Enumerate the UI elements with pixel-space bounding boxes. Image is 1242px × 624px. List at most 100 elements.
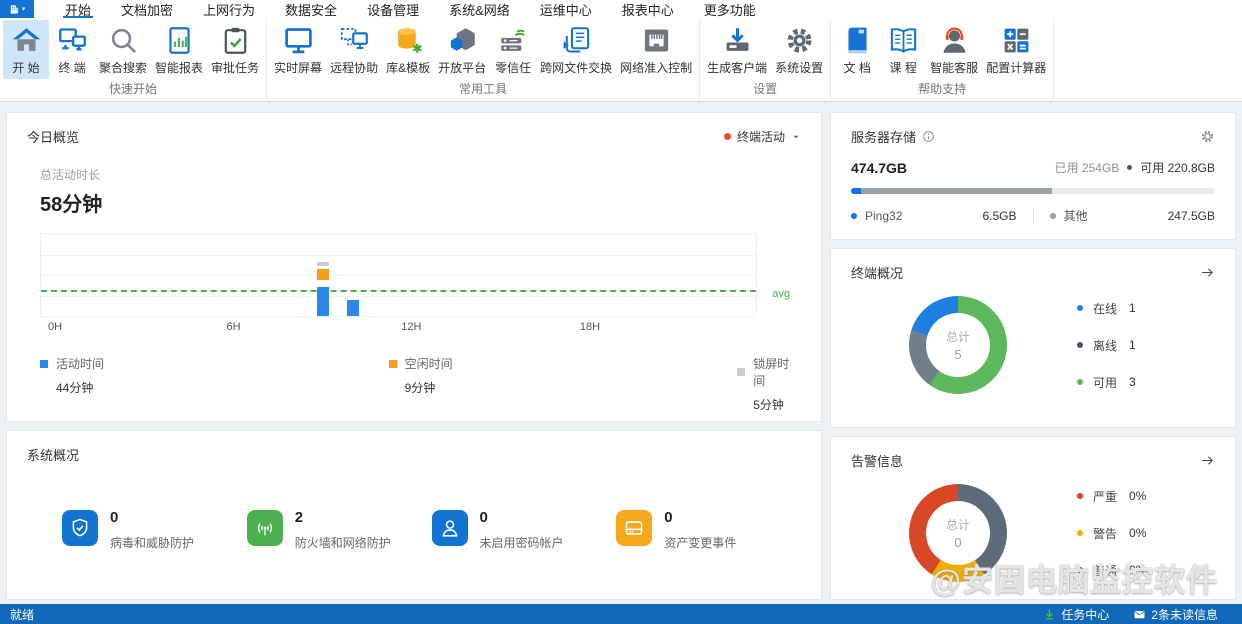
stat-accounts-without-password[interactable]: 0 未启用密码帐户 xyxy=(432,510,617,551)
ribbon-button-realtime-screen[interactable]: 实时屏幕 xyxy=(270,20,326,79)
terminal-legend: 在线 1 离线 1 可用 3 xyxy=(1077,300,1136,391)
ribbon-button-label: 聚合搜索 xyxy=(99,59,147,76)
ribbon-button-config-calculator[interactable]: 配置计算器 xyxy=(982,20,1050,79)
activity-bar-segment xyxy=(347,300,359,316)
unread-messages-label: 2条未读信息 xyxy=(1151,606,1218,623)
stat-asset-change-events[interactable]: 0 资产变更事件 xyxy=(616,510,801,551)
ribbon-button-cross-network-file-exchange[interactable]: 跨网文件交换 xyxy=(536,20,616,79)
ribbon-button-label: 跨网文件交换 xyxy=(540,59,612,76)
ribbon-button-library-templates[interactable]: 库&模板 xyxy=(382,20,434,79)
storage-item-label: 其他 xyxy=(1064,207,1088,224)
legend-value: 0% xyxy=(1129,489,1146,503)
arrow-right-icon[interactable] xyxy=(1200,453,1215,468)
support-icon xyxy=(939,25,970,56)
tab-report-center[interactable]: 报表中心 xyxy=(607,0,689,18)
search-icon xyxy=(108,25,139,56)
donut-center-value: 5 xyxy=(954,347,961,362)
activity-bar-segment xyxy=(317,287,329,316)
legend-value: 5分钟 xyxy=(753,396,801,413)
terminal-activity-dropdown[interactable]: 终端活动 xyxy=(724,128,801,145)
avg-line xyxy=(41,290,756,292)
app-menu-caret-icon: ▾ xyxy=(22,6,26,13)
ribbon-button-smart-report[interactable]: 智能报表 xyxy=(151,20,207,79)
legend-marker xyxy=(1077,530,1083,536)
today-overview-card: 今日概览 终端活动 总活动时长 58分钟 avg 0H6H12H18H xyxy=(6,112,822,422)
legend-value: 0% xyxy=(1129,526,1146,540)
info-icon[interactable] xyxy=(922,130,935,143)
stat-firewall-network-protection[interactable]: 2 防火墙和网络防护 xyxy=(247,510,432,551)
remote-assist-icon xyxy=(339,25,370,56)
calculator-icon xyxy=(1001,25,1032,56)
ribbon-button-generate-client[interactable]: 生成客户端 xyxy=(703,20,771,79)
ribbon-button-home[interactable]: 开 始 xyxy=(3,20,49,79)
legend-lock-time: 锁屏时间 5分钟 xyxy=(737,355,801,413)
main-content: 今日概览 终端活动 总活动时长 58分钟 avg 0H6H12H18H xyxy=(0,102,1242,604)
chevron-down-icon xyxy=(791,132,801,142)
ribbon-button-label: 文 档 xyxy=(844,59,871,76)
arrow-right-icon[interactable] xyxy=(1200,265,1215,280)
activity-bar-chart: avg xyxy=(40,233,757,317)
tab-data-security[interactable]: 数据安全 xyxy=(270,0,352,18)
legend-idle-time: 空闲时间 9分钟 xyxy=(389,355,738,413)
ribbon-button-system-settings[interactable]: 系统设置 xyxy=(771,20,827,79)
tab-system-network[interactable]: 系统&网络 xyxy=(434,0,525,18)
separator-dot xyxy=(1127,165,1132,170)
tab-start[interactable]: 开始 xyxy=(50,0,106,18)
statusbar: 就绪 任务中心 2条未读信息 xyxy=(0,604,1242,624)
legend-available: 可用 3 xyxy=(1077,374,1136,391)
task-center-button[interactable]: 任务中心 xyxy=(1043,606,1109,623)
status-ready: 就绪 xyxy=(10,606,34,623)
ribbon-group-quick-start: 开 始 终 端 聚合搜索 智能报表 审批任务 快速开始 xyxy=(0,18,267,101)
x-axis: 0H6H12H18H xyxy=(40,321,757,335)
tab-device-management[interactable]: 设备管理 xyxy=(352,0,434,18)
library-icon xyxy=(393,25,424,56)
legend-value: 0% xyxy=(1129,563,1146,577)
app-menu-button[interactable]: ▾ xyxy=(0,0,34,18)
ribbon-button-label: 审批任务 xyxy=(211,59,259,76)
ribbon-button-docs[interactable]: 文 档 xyxy=(834,20,880,79)
menubar: ▾ 开始 文档加密 上网行为 数据安全 设备管理 系统&网络 运维中心 报表中心… xyxy=(0,0,1242,18)
legend-label: 活动时间 xyxy=(56,355,104,372)
ribbon-button-terminal[interactable]: 终 端 xyxy=(49,20,95,79)
tab-doc-encryption[interactable]: 文档加密 xyxy=(106,0,188,18)
legend-value: 44分钟 xyxy=(56,379,389,396)
x-tick: 12H xyxy=(401,321,421,333)
gridline xyxy=(41,275,756,276)
terminal-donut-chart: 总计 5 xyxy=(909,296,1007,394)
legend-label: 空闲时间 xyxy=(405,355,453,372)
report-icon xyxy=(164,25,195,56)
storage-item-label: Ping32 xyxy=(865,209,902,223)
storage-free-label: 可用 220.8GB xyxy=(1140,159,1215,176)
app-logo-icon xyxy=(9,4,20,15)
ribbon-button-courses[interactable]: 课 程 xyxy=(880,20,926,79)
storage-item-value: 247.5GB xyxy=(1168,209,1215,223)
x-tick: 0H xyxy=(48,321,62,333)
ribbon-button-zero-trust[interactable]: 零信任 xyxy=(490,20,536,79)
activity-legend: 活动时间 44分钟 空闲时间 9分钟 锁屏时间 5分钟 xyxy=(40,355,801,413)
ribbon-button-aggregate-search[interactable]: 聚合搜索 xyxy=(95,20,151,79)
tab-web-behavior[interactable]: 上网行为 xyxy=(188,0,270,18)
legend-online: 在线 1 xyxy=(1077,300,1136,317)
gear-icon xyxy=(784,25,815,56)
stat-virus-threat-protection[interactable]: 0 病毒和威胁防护 xyxy=(62,510,247,551)
ribbon-button-remote-assist[interactable]: 远程协助 xyxy=(326,20,382,79)
legend-label: 普通 xyxy=(1093,562,1117,579)
ribbon-button-network-access-control[interactable]: 网络准入控制 xyxy=(616,20,696,79)
legend-normal: 普通 0% xyxy=(1077,562,1146,579)
ribbon-button-smart-support[interactable]: 智能客服 xyxy=(926,20,982,79)
tab-ops-center[interactable]: 运维中心 xyxy=(525,0,607,18)
x-tick: 6H xyxy=(227,321,241,333)
ribbon-group-common-tools: 实时屏幕 远程协助 库&模板 开放平台 零信任 跨网文件交换 xyxy=(267,18,700,101)
stat-label: 资产变更事件 xyxy=(664,534,736,551)
file-exchange-icon xyxy=(561,25,592,56)
ribbon-spacer xyxy=(1054,18,1242,101)
gear-icon[interactable] xyxy=(1200,129,1215,144)
ribbon-button-open-platform[interactable]: 开放平台 xyxy=(434,20,490,79)
ribbon-button-label: 系统设置 xyxy=(775,59,823,76)
platform-icon xyxy=(447,25,478,56)
unread-messages-button[interactable]: 2条未读信息 xyxy=(1133,606,1218,623)
legend-active-time: 活动时间 44分钟 xyxy=(40,355,389,413)
stat-value: 0 xyxy=(480,510,564,527)
tab-more-features[interactable]: 更多功能 xyxy=(689,0,771,18)
ribbon-button-approval-tasks[interactable]: 审批任务 xyxy=(207,20,263,79)
